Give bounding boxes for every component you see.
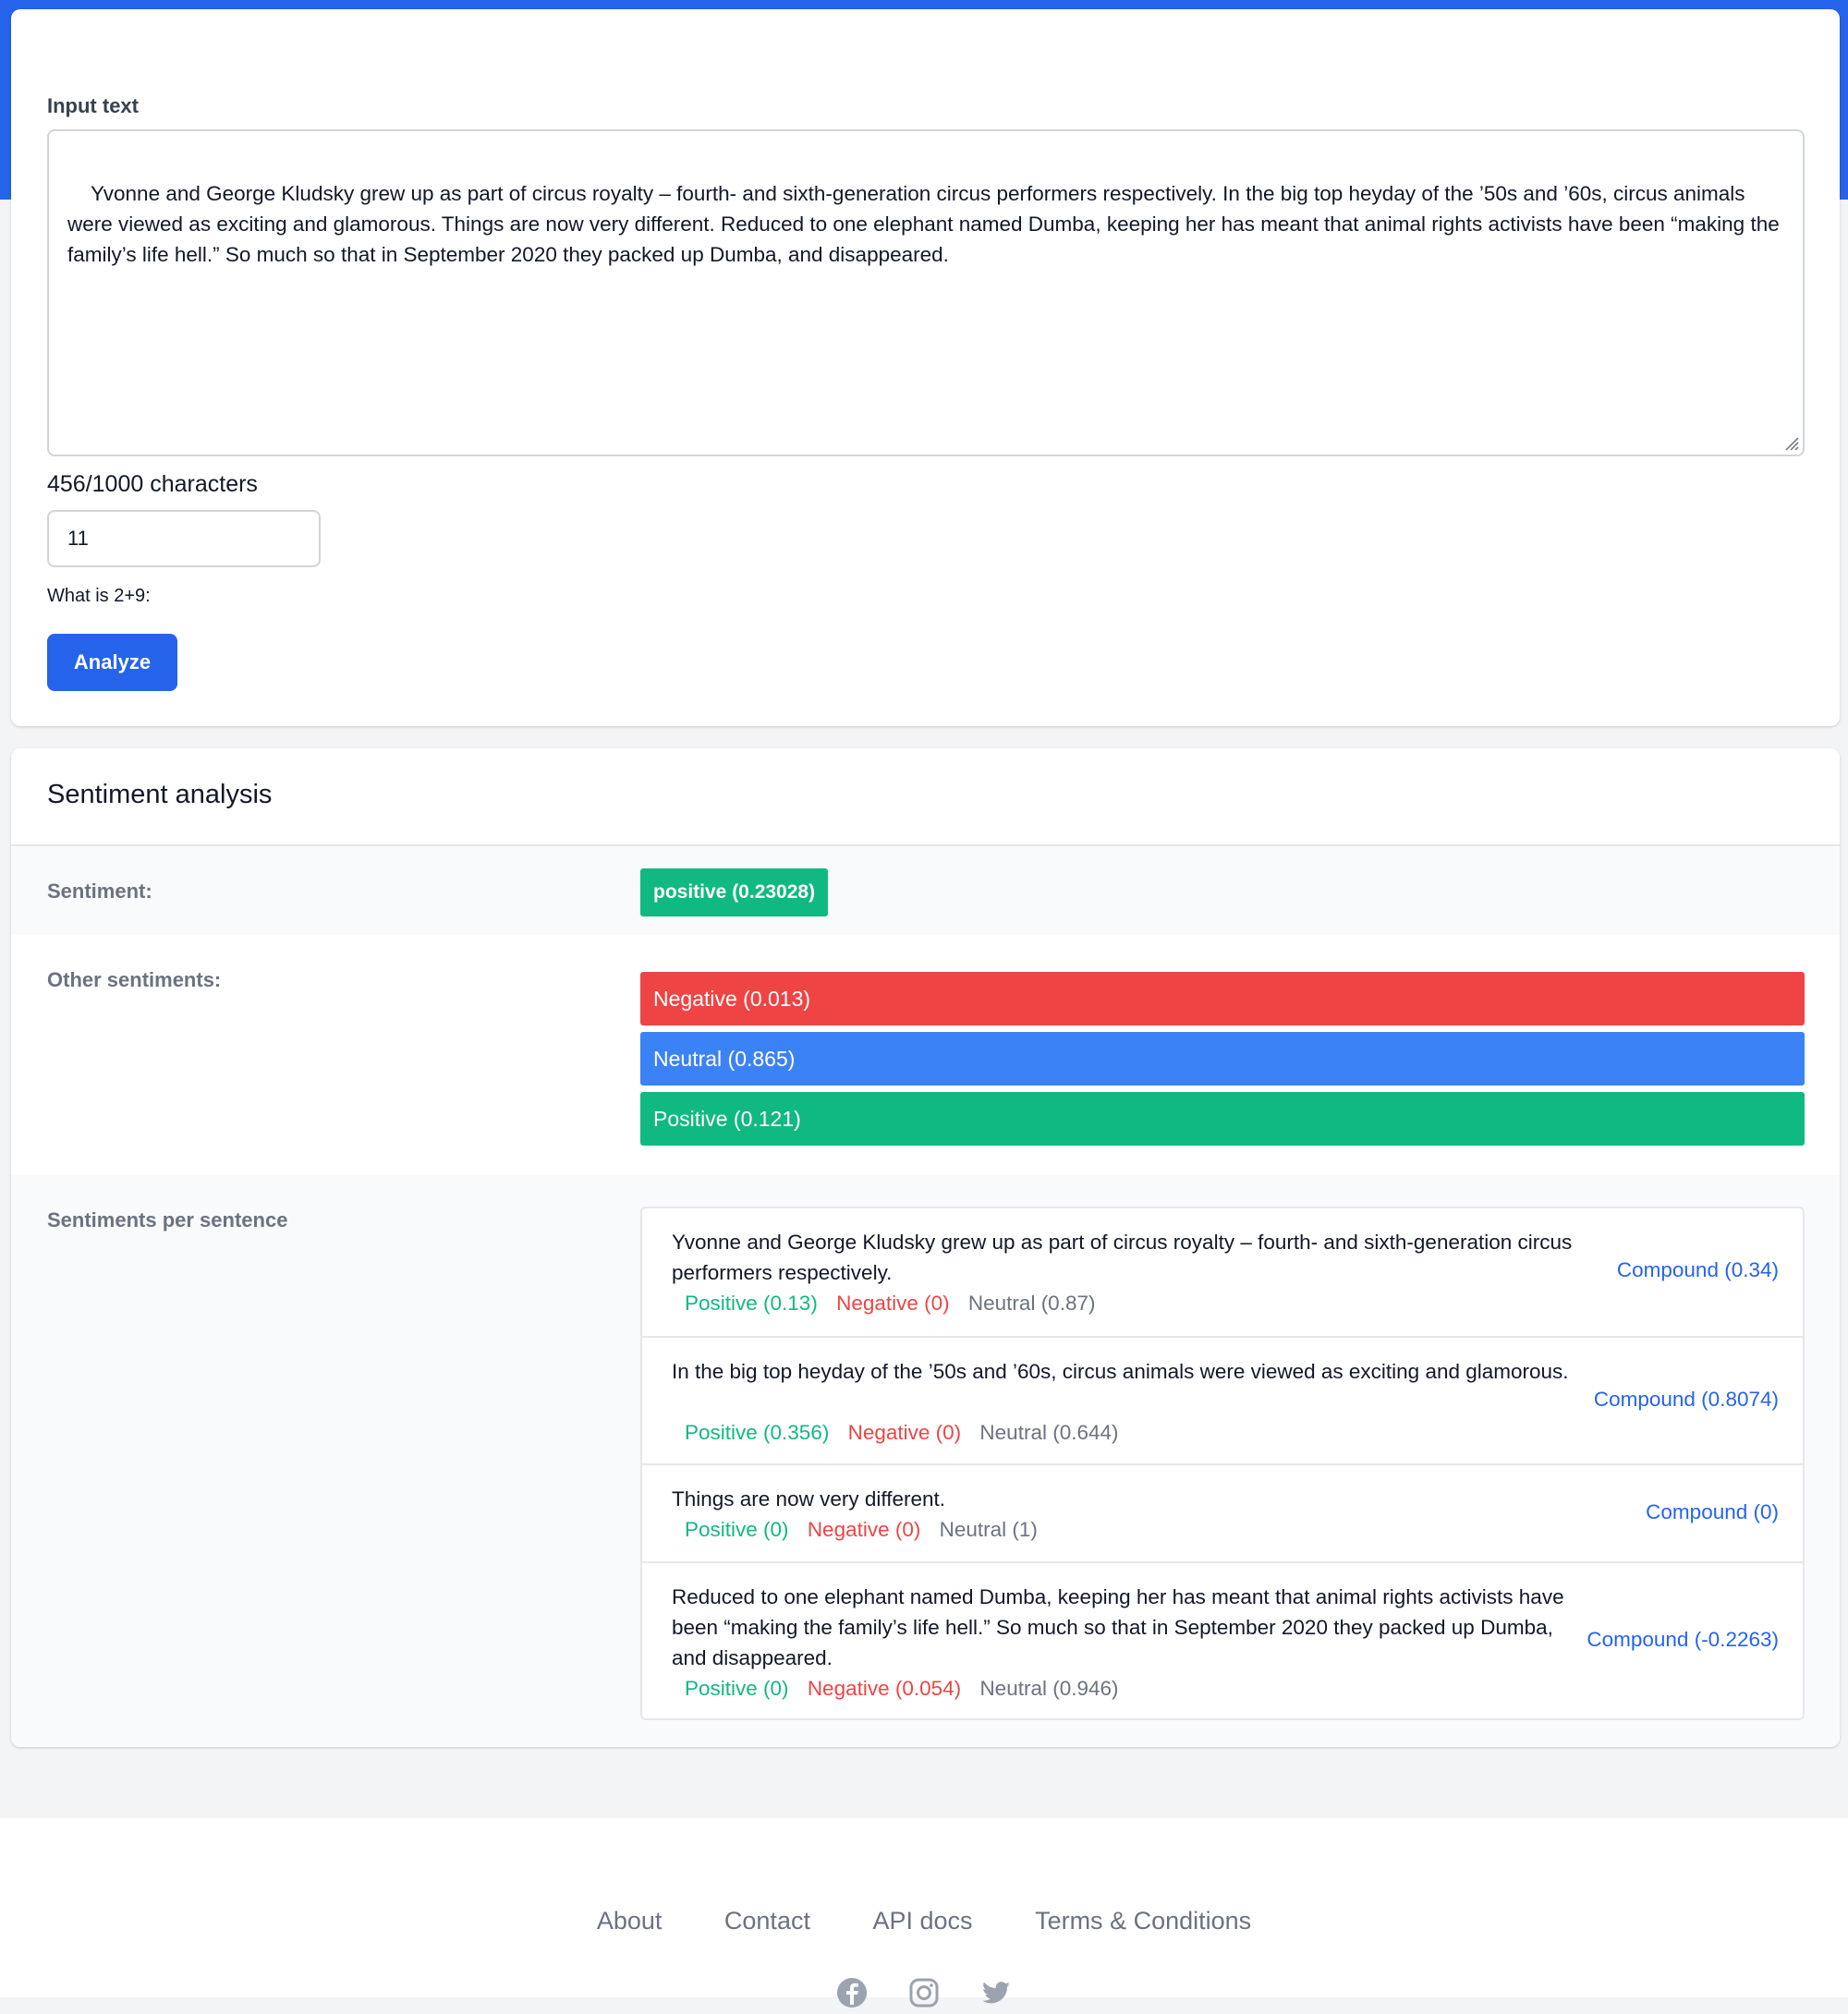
other-sentiments-row: Other sentiments: Negative (0.013) Neutr… (11, 935, 1840, 1175)
sentiment-row: Sentiment: positive (0.23028) (11, 844, 1840, 935)
footer-link-about[interactable]: About (597, 1907, 663, 1935)
list-item: Yvonne and George Kludsky grew up as par… (642, 1208, 1803, 1336)
sentiment-badge: positive (0.23028) (640, 868, 829, 916)
input-textarea-value[interactable]: Yvonne and George Kludsky grew up as par… (67, 182, 1785, 266)
list-item: Things are now very different. Positive … (642, 1463, 1803, 1561)
positive-score: Positive (0.13) (685, 1292, 818, 1315)
input-textarea[interactable]: Yvonne and George Kludsky grew up as par… (47, 129, 1805, 456)
footer-links: About Contact API docs Terms & Condition… (0, 1907, 1848, 1935)
per-sentence-label: Sentiments per sentence (47, 1208, 288, 1231)
negative-score: Negative (0) (807, 1518, 921, 1541)
social-icons (836, 1977, 1012, 2014)
compound-score: Compound (-0.2263) (1587, 1628, 1779, 1651)
compound-score: Compound (0.34) (1616, 1258, 1779, 1281)
list-item: Reduced to one elephant named Dumba, kee… (642, 1561, 1803, 1718)
negative-bar: Negative (0.013) (640, 972, 1805, 1025)
neutral-score: Neutral (0.946) (979, 1677, 1119, 1700)
positive-bar: Positive (0.121) (640, 1092, 1805, 1146)
other-sentiments-label: Other sentiments: (47, 968, 222, 991)
analyze-button[interactable]: Analyze (47, 634, 177, 691)
sentiment-label: Sentiment: (47, 880, 152, 903)
negative-score: Negative (0) (836, 1292, 950, 1315)
negative-score: Negative (0) (847, 1421, 962, 1444)
input-text-label: Input text (47, 94, 139, 117)
resize-handle-icon[interactable] (1782, 434, 1799, 451)
neutral-score: Neutral (0.87) (967, 1292, 1096, 1315)
sentence-text: Reduced to one elephant named Dumba, kee… (672, 1585, 1564, 1669)
footer-link-api-docs[interactable]: API docs (872, 1907, 972, 1935)
sentence-scores: Positive (0) Negative (0.054) Neutral (0… (685, 1673, 1132, 1704)
neutral-bar: Neutral (0.865) (640, 1032, 1805, 1086)
input-card: Input text Yvonne and George Kludsky gre… (11, 9, 1840, 726)
positive-score: Positive (0) (685, 1518, 789, 1541)
list-item: In the big top heyday of the ’50s and ’6… (642, 1336, 1803, 1463)
char-count: 456/1000 characters (47, 471, 258, 497)
sentence-scores: Positive (0.13) Negative (0) Neutral (0.… (685, 1288, 1108, 1318)
neutral-score: Neutral (1) (939, 1518, 1038, 1541)
footer-link-contact[interactable]: Contact (724, 1907, 810, 1935)
footer-link-terms[interactable]: Terms & Conditions (1035, 1907, 1251, 1935)
results-card: Sentiment analysis Sentiment: positive (… (11, 748, 1840, 1747)
instagram-icon[interactable] (908, 1977, 940, 2008)
positive-score: Positive (0.356) (685, 1421, 830, 1444)
compound-score: Compound (0) (1646, 1500, 1779, 1523)
negative-score: Negative (0.054) (807, 1677, 962, 1700)
positive-score: Positive (0) (685, 1677, 789, 1700)
sentence-scores: Positive (0.356) Negative (0) Neutral (0… (685, 1417, 1132, 1448)
per-sentence-row: Sentiments per sentence Yvonne and Georg… (11, 1175, 1840, 1747)
twitter-icon[interactable] (980, 1977, 1012, 2008)
compound-score: Compound (0.8074) (1593, 1388, 1779, 1411)
facebook-icon[interactable] (836, 1977, 868, 2008)
captcha-input[interactable]: 11 (47, 510, 321, 567)
neutral-score: Neutral (0.644) (979, 1421, 1119, 1444)
footer: About Contact API docs Terms & Condition… (0, 1818, 1848, 2008)
sentence-text: In the big top heyday of the ’50s and ’6… (672, 1360, 1569, 1383)
captcha-label: What is 2+9: (47, 586, 151, 606)
sentence-text: Yvonne and George Kludsky grew up as par… (672, 1231, 1573, 1284)
sentence-list: Yvonne and George Kludsky grew up as par… (640, 1207, 1805, 1720)
sentence-scores: Positive (0) Negative (0) Neutral (1) (685, 1514, 1051, 1545)
results-title: Sentiment analysis (47, 780, 273, 809)
sentence-text: Things are now very different. (672, 1487, 945, 1510)
